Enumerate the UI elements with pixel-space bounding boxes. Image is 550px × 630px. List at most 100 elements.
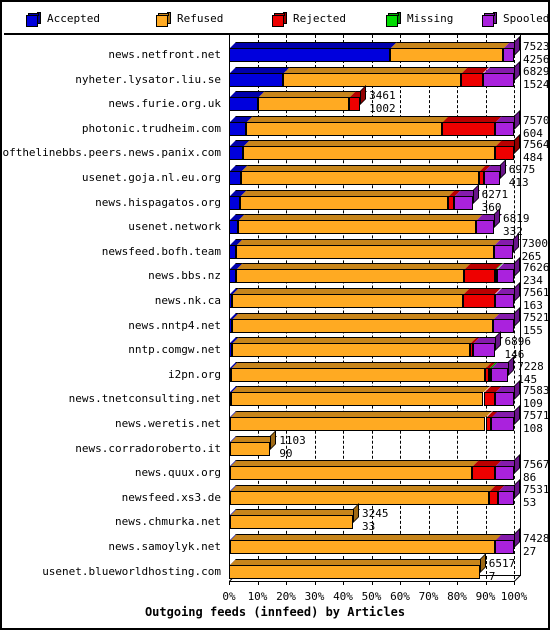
bar-segment-refused bbox=[231, 367, 485, 382]
bar-segment-refused bbox=[236, 244, 495, 259]
bar-segment-rejected bbox=[483, 392, 495, 407]
bar-segment-rejected bbox=[348, 97, 361, 112]
missing-swatch-icon bbox=[386, 11, 401, 27]
stacked-bar bbox=[2, 454, 548, 481]
stacked-bar bbox=[2, 208, 548, 235]
x-axis-tick bbox=[400, 581, 401, 586]
x-axis-tick bbox=[457, 581, 458, 586]
bar-segment-accepted bbox=[229, 121, 246, 136]
bar-segment-spooled bbox=[482, 72, 514, 87]
bar-segment-side bbox=[472, 183, 479, 204]
bar-segment-side bbox=[352, 503, 359, 524]
stacked-bar bbox=[2, 429, 548, 456]
chart-x-axis-title: Outgoing feeds (innfeed) by Articles bbox=[144, 605, 406, 620]
stacked-bar bbox=[2, 257, 548, 284]
bar-segment-spooled bbox=[495, 466, 514, 481]
bar-segment-side bbox=[479, 552, 486, 573]
spooled-swatch-icon bbox=[482, 11, 497, 27]
bar-segment-side bbox=[495, 331, 502, 352]
bar-segment-refused bbox=[232, 294, 464, 308]
bar-segment-refused bbox=[229, 564, 480, 579]
bar-segment-spooled bbox=[490, 367, 509, 382]
stacked-bar bbox=[2, 109, 548, 136]
bar-segment-refused bbox=[237, 220, 476, 235]
bar-segment-refused bbox=[257, 97, 349, 112]
bar-segment-accepted bbox=[229, 220, 238, 235]
bar-segment-rejected bbox=[472, 466, 496, 481]
bar-segment-spooled bbox=[454, 195, 473, 210]
chart-plot-area: 0% 10% 20% 30% 40% 50% 60% 70% 80% 90% 100% news.ne… bbox=[2, 35, 548, 628]
bar-segment-refused bbox=[230, 466, 473, 481]
bar-segment-side bbox=[514, 134, 520, 155]
stacked-bar bbox=[2, 503, 548, 530]
x-axis-tick bbox=[371, 581, 373, 586]
stacked-bar bbox=[2, 478, 548, 505]
bar-segment-refused bbox=[231, 392, 484, 407]
bar-segment-refused bbox=[229, 540, 496, 554]
legend-label-refused: Refused bbox=[177, 12, 224, 25]
bar-segment-refused bbox=[245, 121, 443, 136]
bar-segment-accepted bbox=[229, 97, 258, 112]
bar-segment-accepted bbox=[229, 72, 284, 87]
stacked-bar bbox=[2, 183, 548, 210]
legend-label-accepted: Accepted bbox=[47, 12, 100, 25]
x-axis-tick bbox=[428, 581, 430, 586]
x-axis-tick bbox=[314, 581, 316, 586]
bar-segment-spooled bbox=[493, 318, 514, 333]
bar-segment-accepted bbox=[229, 171, 241, 185]
stacked-bar bbox=[2, 36, 548, 62]
bar-segment-spooled bbox=[484, 171, 500, 185]
bar-segment-spooled bbox=[496, 269, 514, 284]
legend-item-refused: Refused bbox=[156, 4, 223, 33]
x-axis-tick bbox=[485, 581, 487, 586]
legend-item-spooled: Spooled bbox=[482, 4, 550, 33]
bar-segment-refused bbox=[240, 195, 449, 210]
bar-segment-refused bbox=[229, 490, 490, 505]
bar-segment-accepted bbox=[229, 269, 237, 284]
bar-segment-side bbox=[360, 85, 367, 106]
bar-segment-side bbox=[514, 380, 520, 401]
refused-swatch-icon bbox=[156, 11, 171, 27]
bar-segment-spooled bbox=[494, 294, 514, 308]
bar-segment-rejected bbox=[442, 121, 495, 136]
bar-segment-refused bbox=[242, 146, 495, 161]
accepted-swatch-icon bbox=[26, 11, 41, 27]
bar-segment-refused bbox=[283, 72, 462, 87]
bar-segment-accepted bbox=[229, 195, 241, 210]
legend-item-rejected: Rejected bbox=[272, 4, 346, 33]
bar-segment-spooled bbox=[475, 220, 495, 235]
bar-segment-accepted bbox=[229, 48, 391, 62]
bar-segment-refused bbox=[230, 417, 486, 431]
bar-segment-refused bbox=[229, 515, 353, 530]
bar-segment-rejected bbox=[464, 269, 496, 284]
stacked-bar bbox=[2, 552, 548, 579]
bar-segment-spooled bbox=[495, 540, 514, 554]
bar-segment-spooled bbox=[494, 392, 514, 407]
stacked-bar bbox=[2, 85, 548, 112]
bar-segment-refused bbox=[232, 318, 494, 333]
x-axis-tick bbox=[343, 581, 344, 586]
bar-segment-spooled bbox=[502, 48, 514, 62]
bar-segment-rejected bbox=[489, 490, 498, 505]
bar-segment-side bbox=[514, 454, 520, 475]
bar-segment-spooled bbox=[497, 490, 514, 505]
legend-item-accepted: Accepted bbox=[26, 4, 100, 33]
bar-segment-side bbox=[514, 257, 520, 278]
bar-segment-spooled bbox=[494, 244, 513, 259]
stacked-bar bbox=[2, 159, 548, 185]
x-axis-tick bbox=[229, 581, 230, 586]
legend-item-missing: Missing bbox=[386, 4, 453, 33]
bar-segment-side bbox=[494, 208, 501, 229]
bar-segment-rejected bbox=[463, 294, 495, 308]
bar-segment-spooled bbox=[472, 343, 496, 358]
bar-segment-refused bbox=[236, 269, 465, 284]
x-axis-tick-label: 100% bbox=[500, 590, 528, 604]
bar-segment-rejected bbox=[494, 146, 514, 161]
stacked-bar bbox=[2, 60, 548, 87]
bar-segment-spooled bbox=[494, 121, 514, 136]
legend-label-spooled: Spooled bbox=[503, 12, 550, 25]
chart-window: Accepted Refused Rejected Missing Spooled 0%… bbox=[0, 0, 550, 630]
legend-label-rejected: Rejected bbox=[293, 12, 346, 25]
stacked-bar bbox=[2, 355, 548, 382]
stacked-bar bbox=[2, 380, 548, 407]
